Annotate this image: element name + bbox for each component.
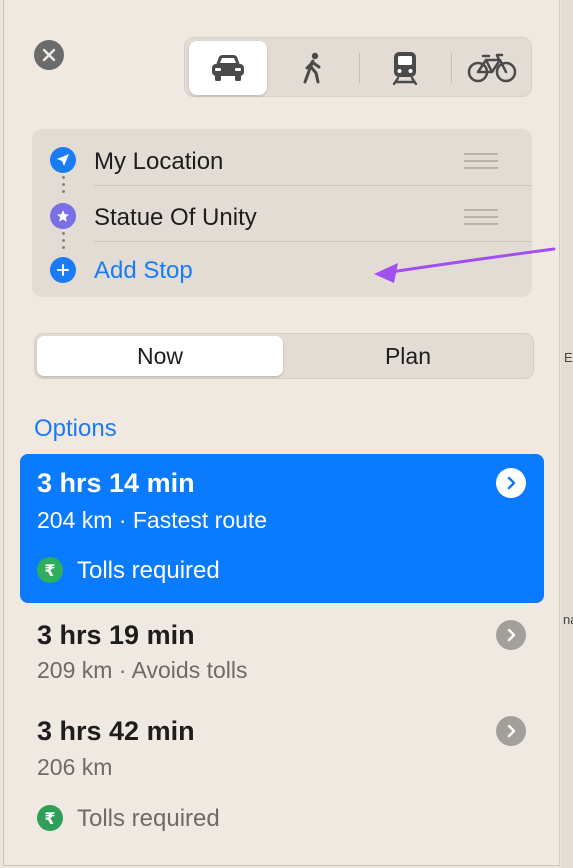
route-details-button[interactable]: [496, 620, 526, 650]
stop-destination[interactable]: Statue Of Unity: [32, 188, 532, 243]
drag-handle-icon: [464, 153, 498, 169]
departure-time-segment: Now Plan: [34, 333, 534, 379]
route-duration: 3 hrs 19 min: [37, 620, 195, 650]
route-duration: 3 hrs 42 min: [37, 716, 195, 746]
directions-panel: My Location Statue Of Unity Add Stop Now…: [3, 0, 560, 866]
chevron-right-icon: [507, 476, 516, 490]
mode-walk-button[interactable]: [271, 41, 355, 95]
route-detail: 209 km · Avoids tolls: [37, 657, 248, 683]
star-pin-icon: [50, 203, 76, 229]
map-edge[interactable]: [561, 0, 573, 868]
mode-separator: [451, 53, 452, 83]
route-detail: 206 km: [37, 754, 113, 780]
route-details-button[interactable]: [496, 716, 526, 746]
mode-drive-button[interactable]: [189, 41, 267, 95]
car-icon: [212, 55, 244, 81]
origin-label: My Location: [94, 148, 224, 175]
route-option-3[interactable]: 3 hrs 42 min 206 km ₹ Tolls required: [20, 700, 544, 850]
rupee-toll-icon: ₹: [37, 557, 63, 583]
rupee-toll-icon: ₹: [37, 805, 63, 831]
route-details-button[interactable]: [496, 468, 526, 498]
transport-mode-selector: [184, 37, 532, 97]
segment-now[interactable]: Now: [37, 336, 283, 376]
map-label: E: [564, 350, 573, 365]
drag-handle-icon: [464, 209, 498, 225]
route-detail: 204 km · Fastest route: [37, 507, 268, 533]
chevron-right-icon: [507, 628, 516, 642]
bicycle-icon: [467, 53, 517, 83]
stop-origin[interactable]: My Location: [32, 132, 532, 187]
close-icon: [42, 48, 56, 62]
location-arrow-icon: [50, 147, 76, 173]
destination-label: Statue Of Unity: [94, 204, 257, 231]
mode-cycle-button[interactable]: [455, 41, 529, 95]
route-duration: 3 hrs 14 min: [37, 468, 195, 498]
drag-handle[interactable]: [464, 153, 498, 169]
map-label: na: [563, 612, 573, 627]
walking-person-icon: [303, 52, 321, 84]
train-icon: [392, 52, 418, 85]
mode-separator: [359, 53, 360, 83]
annotation-arrow-icon: [374, 247, 556, 283]
chevron-right-icon: [507, 724, 516, 738]
toll-label: Tolls required: [77, 805, 220, 832]
plus-icon: [50, 257, 76, 283]
add-stop-label: Add Stop: [94, 257, 193, 284]
toll-label: Tolls required: [77, 557, 220, 584]
drag-handle[interactable]: [464, 209, 498, 225]
close-button[interactable]: [34, 40, 64, 70]
mode-transit-button[interactable]: [363, 41, 447, 95]
route-option-2[interactable]: 3 hrs 19 min 209 km · Avoids tolls: [20, 604, 544, 698]
route-option-1[interactable]: 3 hrs 14 min 204 km · Fastest route ₹ To…: [20, 454, 544, 603]
options-heading: Options: [34, 415, 117, 442]
segment-plan[interactable]: Plan: [285, 336, 531, 376]
row-separator: [94, 185, 532, 186]
